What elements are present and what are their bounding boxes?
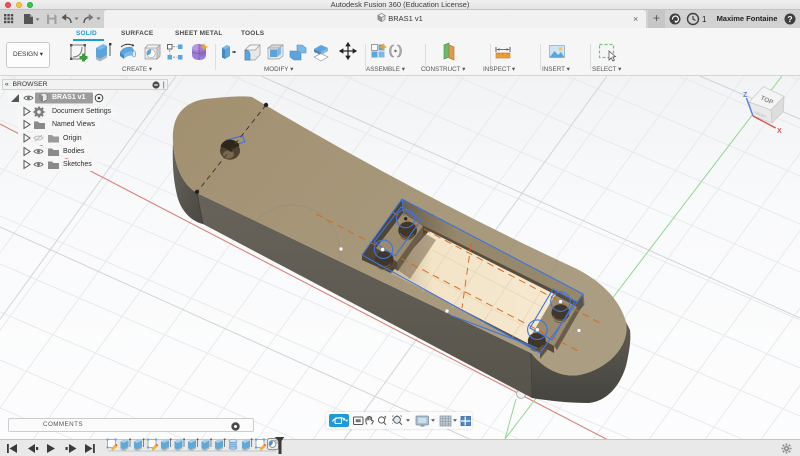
svg-text:Z: Z [743,92,748,99]
svg-text:?: ? [787,14,792,24]
svg-text:X: X [777,128,782,135]
svg-text:1: 1 [702,15,707,24]
svg-text:❘: ❘ [242,423,245,431]
